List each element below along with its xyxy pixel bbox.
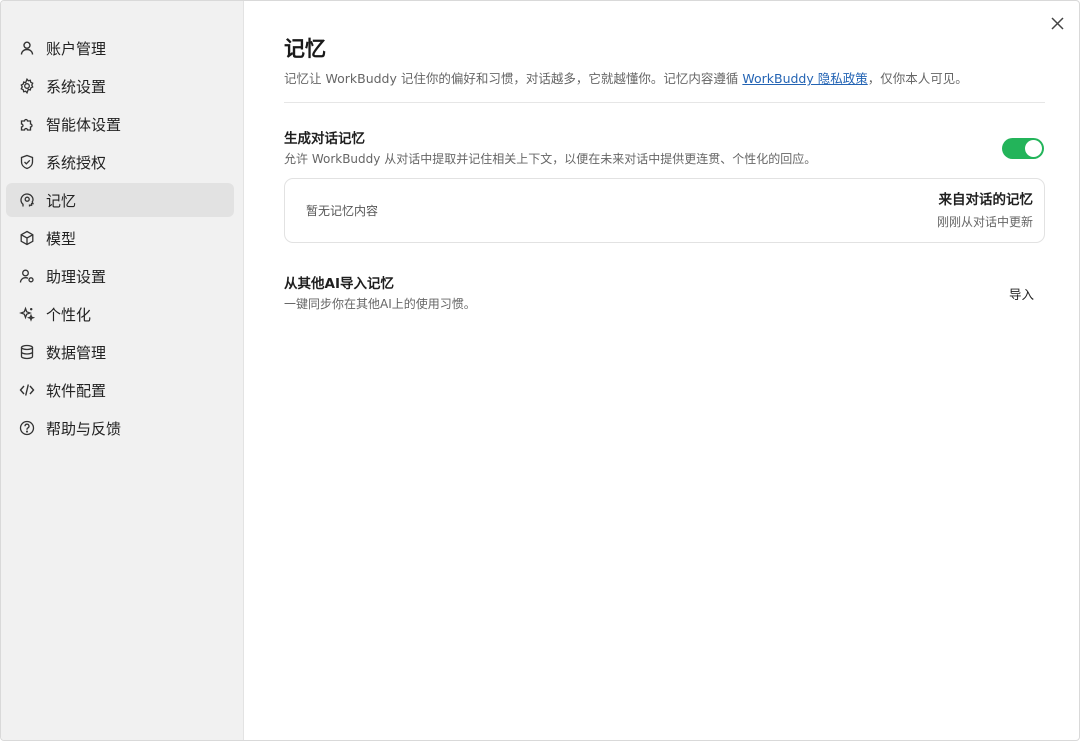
sidebar-item-label: 系统设置 [46, 77, 107, 96]
toggle-knob [1025, 140, 1042, 157]
page-title: 记忆 [284, 37, 326, 61]
settings-sidebar: 账户管理 系统设置 智能体设置 系统授权 记忆 模型 助理设置 个性化 数据管理… [1, 1, 244, 740]
sidebar-item-label: 数据管理 [46, 343, 107, 362]
help-circle-icon [19, 420, 35, 436]
import-memory-subtitle: 一键同步你在其他AI上的使用习惯。 [284, 297, 476, 311]
sidebar-item-label: 系统授权 [46, 153, 107, 172]
close-button[interactable] [1047, 13, 1067, 33]
database-icon [20, 344, 34, 360]
privacy-policy-link[interactable]: WorkBuddy 隐私政策 [742, 71, 867, 86]
import-memory-text: 从其他AI导入记忆 一键同步你在其他AI上的使用习惯。 [284, 275, 476, 312]
sidebar-item-label: 个性化 [46, 305, 92, 324]
sidebar-item-agent-settings[interactable]: 智能体设置 [6, 107, 234, 141]
sidebar-item-label: 记忆 [46, 191, 77, 210]
sparkle-icon [19, 306, 35, 322]
user-gear-icon [19, 269, 34, 283]
sidebar-item-system-settings[interactable]: 系统设置 [6, 69, 234, 103]
user-icon [20, 41, 34, 55]
close-icon [1050, 16, 1064, 30]
generate-memory-subtitle: 允许 WorkBuddy 从对话中提取并记住相关上下文，以便在未来对话中提供更连… [284, 152, 817, 166]
sidebar-item-personalization[interactable]: 个性化 [6, 297, 234, 331]
generate-memory-setting: 生成对话记忆 允许 WorkBuddy 从对话中提取并记住相关上下文，以便在未来… [284, 130, 1045, 167]
sidebar-item-label: 帮助与反馈 [46, 419, 122, 438]
head-brain-icon [20, 193, 35, 207]
settings-main: 记忆 记忆让 WorkBuddy 记住你的偏好和习惯，对话越多，它就越懂你。记忆… [244, 1, 1079, 740]
sidebar-item-model[interactable]: 模型 [6, 221, 234, 255]
divider [284, 102, 1045, 103]
page-description-prefix: 记忆让 WorkBuddy 记住你的偏好和习惯，对话越多，它就越懂你。记忆内容遵… [284, 71, 743, 86]
sidebar-item-label: 助理设置 [46, 267, 107, 286]
generate-memory-toggle[interactable] [1002, 138, 1044, 159]
sidebar-item-assistant-settings[interactable]: 助理设置 [6, 259, 234, 293]
shield-check-icon [20, 154, 34, 170]
import-memory-title: 从其他AI导入记忆 [284, 276, 394, 292]
puzzle-icon [20, 118, 33, 131]
memory-source-title: 来自对话的记忆 [938, 192, 1034, 208]
sidebar-item-label: 软件配置 [46, 381, 107, 400]
memory-content-box: 暂无记忆内容 来自对话的记忆 刚刚从对话中更新 [284, 178, 1045, 243]
sidebar-item-account[interactable]: 账户管理 [6, 31, 234, 65]
cube-icon [20, 230, 34, 246]
sidebar-item-label: 模型 [46, 229, 77, 248]
gear-icon [20, 78, 34, 94]
code-icon [19, 384, 35, 396]
memory-settings-panel: 记忆 记忆让 WorkBuddy 记住你的偏好和习惯，对话越多，它就越懂你。记忆… [284, 35, 1045, 312]
memory-empty-text: 暂无记忆内容 [306, 204, 379, 218]
memory-source: 来自对话的记忆 刚刚从对话中更新 [937, 191, 1033, 230]
memory-source-time: 刚刚从对话中更新 [936, 215, 1033, 229]
settings-window: 账户管理 系统设置 智能体设置 系统授权 记忆 模型 助理设置 个性化 数据管理… [0, 0, 1080, 741]
import-button[interactable]: 导入 [1009, 284, 1034, 303]
sidebar-item-memory[interactable]: 记忆 [6, 183, 234, 217]
sidebar-item-help-feedback[interactable]: 帮助与反馈 [6, 411, 234, 445]
sidebar-item-authorization[interactable]: 系统授权 [6, 145, 234, 179]
generate-memory-title: 生成对话记忆 [284, 131, 365, 147]
page-description: 记忆让 WorkBuddy 记住你的偏好和习惯，对话越多，它就越懂你。记忆内容遵… [284, 70, 1045, 88]
page-description-suffix: ，仅你本人可见。 [867, 71, 968, 86]
import-memory-setting: 从其他AI导入记忆 一键同步你在其他AI上的使用习惯。 导入 [284, 275, 1045, 312]
sidebar-item-label: 账户管理 [46, 39, 107, 58]
generate-memory-text: 生成对话记忆 允许 WorkBuddy 从对话中提取并记住相关上下文，以便在未来… [284, 130, 816, 167]
sidebar-item-software-config[interactable]: 软件配置 [6, 373, 234, 407]
sidebar-item-label: 智能体设置 [46, 115, 122, 134]
sidebar-item-data-management[interactable]: 数据管理 [6, 335, 234, 369]
